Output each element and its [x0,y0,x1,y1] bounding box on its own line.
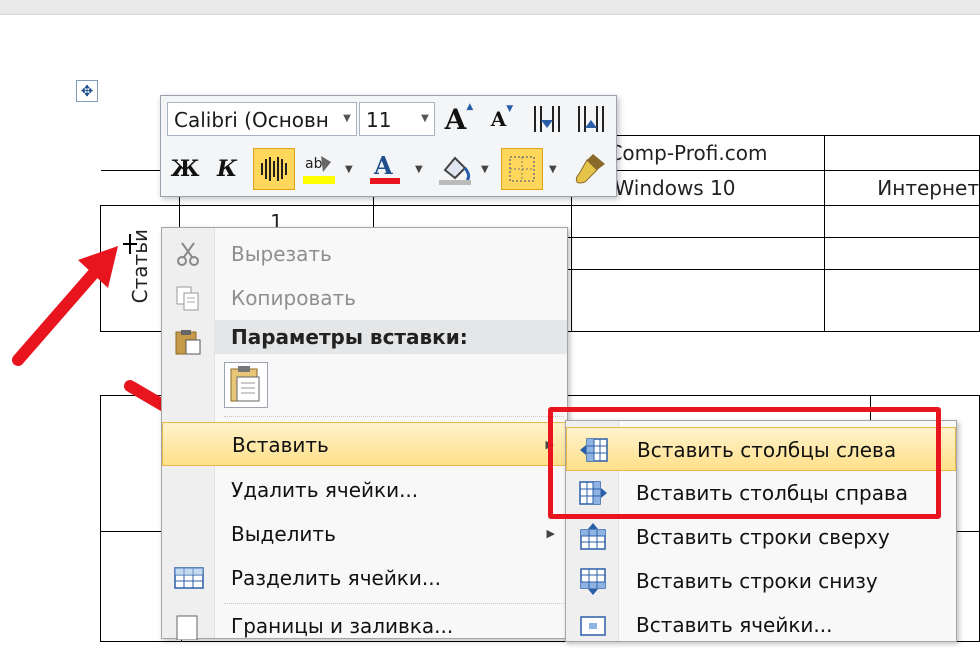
paste-keep-format-icon[interactable] [224,362,268,408]
menu-item-copy[interactable]: Копировать [162,276,567,320]
paste-options-section: Параметры вставки: [215,320,567,354]
format-painter-icon[interactable] [571,150,609,188]
svg-text:ab: ab [305,156,323,172]
chevron-down-icon[interactable]: ▼ [481,164,489,175]
annotation-highlight-box [548,407,941,519]
center-align-icon[interactable] [253,148,295,190]
menu-item-cut[interactable]: Вырезать [162,232,567,276]
submenu-item-label: Вставить строки снизу [636,569,878,593]
font-size-value: 11 [366,108,392,132]
bold-icon[interactable]: Ж [167,150,203,188]
menu-item-split-cells[interactable]: Разделить ячейки... [162,556,567,600]
menu-item-label: Вырезать [231,242,332,266]
chevron-down-icon[interactable]: ▼ [416,103,434,135]
paste-options-heading: Параметры вставки: [231,325,468,349]
font-name-value: Calibri (Основн [174,108,329,132]
insert-rows-below-icon [578,567,606,595]
cell-internet[interactable]: Интернет [824,170,980,206]
menu-item-label: Разделить ячейки... [231,566,441,590]
highlight-icon[interactable]: ab [299,150,339,188]
context-menu: Вырезать Копировать Параметры вставки: В… [161,227,568,641]
split-cells-icon [174,564,204,592]
submenu-item-label: Вставить ячейки... [636,613,833,637]
window-top-band [0,0,980,15]
menu-item-label: Выделить [231,522,336,546]
font-size-combo[interactable]: 11 ▼ [359,102,435,136]
insert-cells-icon [578,611,606,639]
scissors-icon [174,240,202,268]
menu-item-label: Вставить [232,433,329,457]
copy-icon [174,284,202,312]
shrink-font-icon[interactable]: A ▼ [485,102,519,136]
table-move-handle-icon[interactable]: ✥ [76,80,98,102]
grow-font-icon[interactable]: A ▲ [441,102,477,136]
submenu-insert-rows-below[interactable]: Вставить строки снизу [566,559,956,603]
menu-item-label: Копировать [231,286,356,310]
submenu-insert-cells[interactable]: Вставить ячейки... [566,603,956,647]
svg-text:A: A [373,152,393,180]
italic-icon[interactable]: К [209,150,245,188]
increase-indent-icon[interactable] [573,100,609,138]
font-color-icon[interactable]: A [367,150,403,188]
menu-separator [224,416,564,417]
insert-rows-above-icon [578,523,606,551]
borders-icon [174,612,202,641]
shading-icon[interactable] [435,150,475,188]
paste-clipboard-icon [174,328,202,356]
chevron-down-icon[interactable]: ▼ [549,164,557,175]
chevron-down-icon[interactable]: ▼ [338,103,356,135]
mini-toolbar: Calibri (Основн ▼ 11 ▼ A ▲ A ▼ Ж К ab ▼ A … [160,95,617,197]
menu-item-insert[interactable]: Вставить ▶ [162,422,567,466]
borders-icon[interactable] [501,148,543,190]
font-name-combo[interactable]: Calibri (Основн ▼ [167,102,357,136]
menu-item-borders-shading[interactable]: Границы и заливка... [162,604,567,648]
decrease-indent-icon[interactable] [529,100,565,138]
chevron-down-icon[interactable]: ▼ [415,164,423,175]
annotation-arrow-1-icon [12,246,118,366]
menu-item-select[interactable]: Выделить ▶ [162,512,567,556]
chevron-down-icon[interactable]: ▼ [345,164,353,175]
menu-item-delete-cells[interactable]: Удалить ячейки... [162,468,567,512]
submenu-item-label: Вставить строки сверху [636,525,890,549]
submenu-insert-rows-above[interactable]: Вставить строки сверху [566,515,956,559]
menu-item-label: Границы и заливка... [231,614,454,638]
menu-item-label: Удалить ячейки... [231,478,419,502]
